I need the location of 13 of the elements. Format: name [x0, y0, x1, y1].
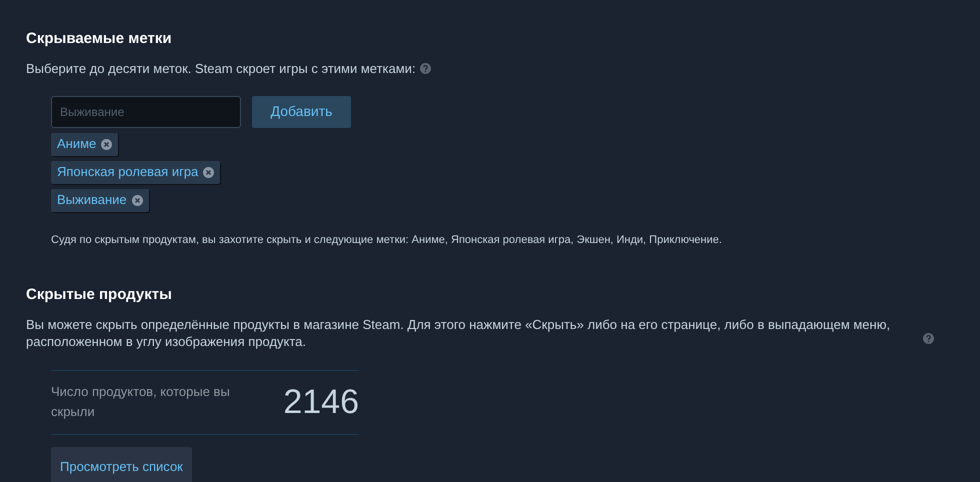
section-description: Вы можете скрыть определённые продукты в магазине Steam. Для этого нажмите «Скрыть» либо на его странице, либо в выпадающем меню, расположенном в углу изображения продукта. — [26, 316, 892, 350]
stat-label: Число продуктов, которые вы скрыли — [51, 383, 231, 421]
tag-chip[interactable]: Выживание — [51, 188, 149, 212]
tag-chip[interactable]: Аниме — [51, 132, 118, 156]
section-title: Скрытые продукты — [26, 285, 173, 305]
view-list-button[interactable]: Просмотреть список — [51, 446, 192, 482]
tag-input-field[interactable]: Выживание — [51, 96, 241, 128]
tag-chip[interactable]: Японская ролевая игра — [51, 160, 220, 184]
suggestion-text: Судя по скрытым продуктам, вы захотите скрыть и следующие метки: Аниме, Японская ролевая игра, Экшен, Инди, Приключение. — [51, 232, 723, 248]
hidden-count: 2146 — [283, 382, 359, 422]
section-description: Выберите до десяти меток. Steam скроет игры с этими метками: — [26, 60, 416, 76]
section-title: Скрываемые метки — [26, 29, 173, 49]
add-button[interactable]: Добавить — [252, 96, 351, 128]
